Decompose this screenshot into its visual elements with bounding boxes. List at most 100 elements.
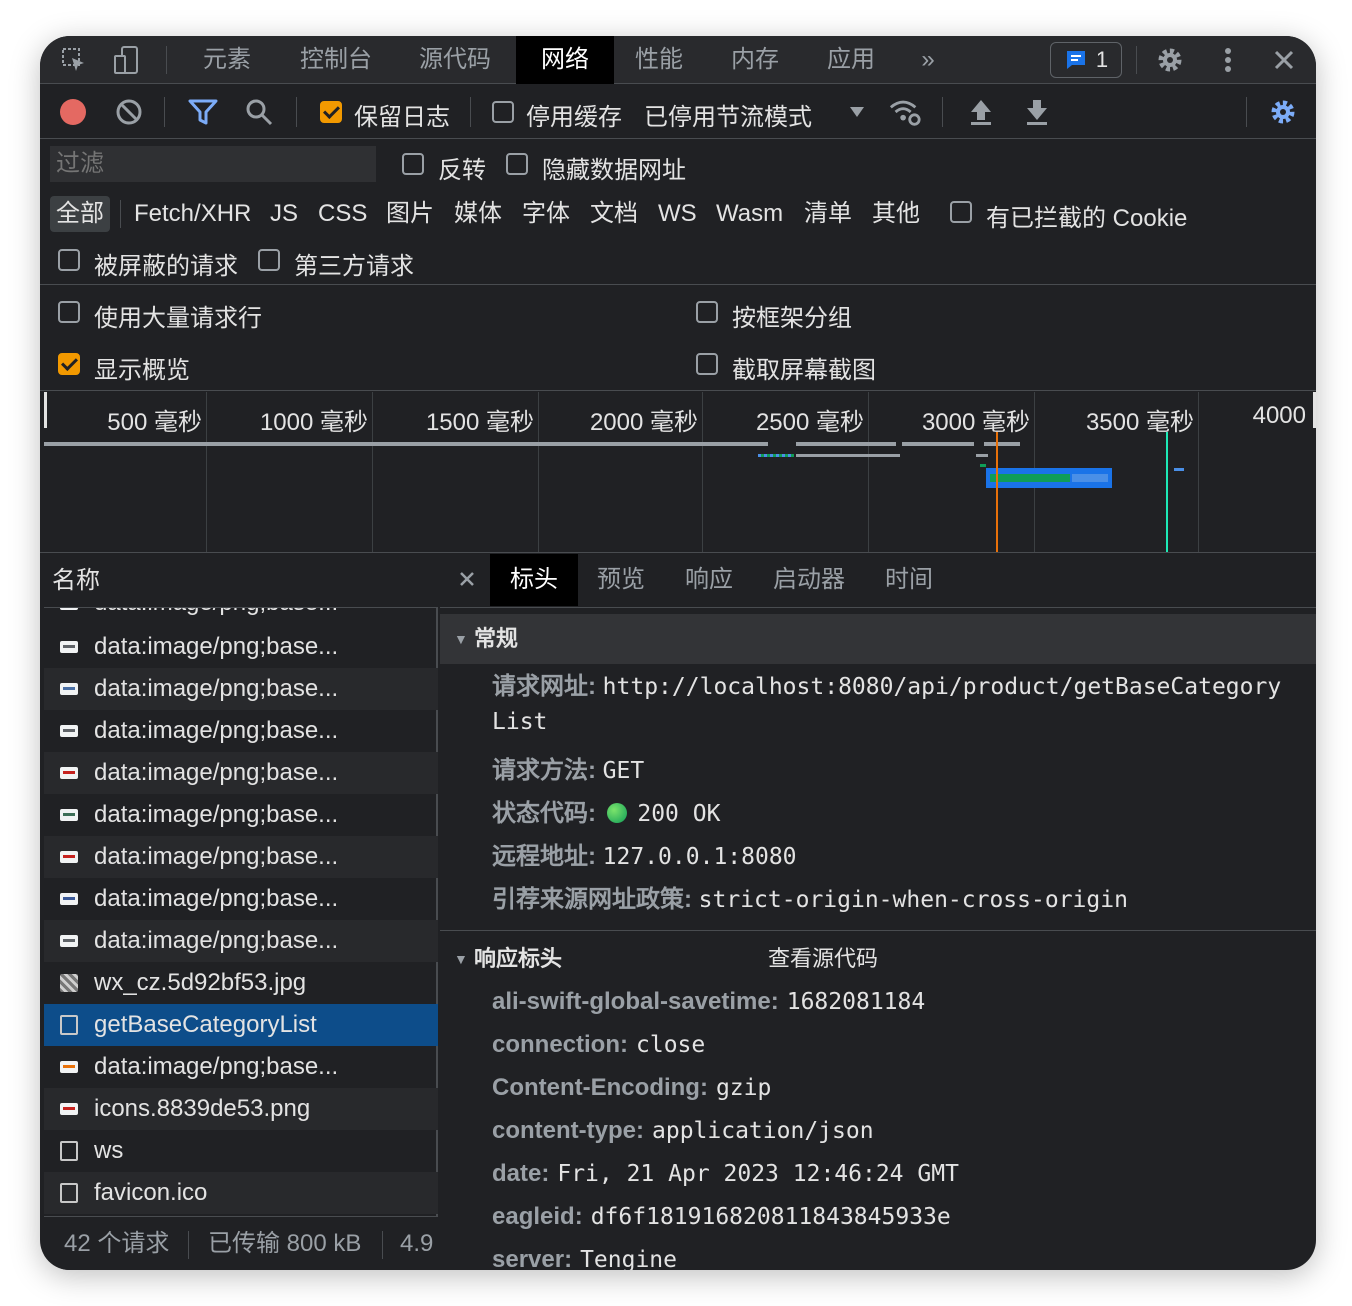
dom-content-loaded-line — [996, 432, 998, 552]
document-file-icon — [60, 1183, 78, 1203]
tab-memory[interactable]: 内存 — [718, 36, 792, 84]
header-key: date: — [492, 1160, 550, 1187]
blocked-cookies-checkbox[interactable] — [950, 201, 972, 223]
capture-screenshots-checkbox[interactable] — [696, 353, 718, 375]
tab-response[interactable]: 响应 — [672, 554, 746, 606]
hide-data-urls-checkbox[interactable] — [506, 153, 528, 175]
list-item[interactable]: data:image/png;base... — [44, 794, 438, 836]
header-value: Fri, 21 Apr 2023 12:46:24 GMT — [557, 1161, 959, 1187]
overview-left-handle[interactable] — [44, 392, 47, 428]
list-item[interactable]: wx_cz.5d92bf53.jpg — [44, 962, 438, 1004]
list-item[interactable]: data:image/png;base... — [44, 626, 438, 668]
invert-checkbox[interactable] — [402, 153, 424, 175]
request-name: data:image/png;base... — [94, 633, 339, 660]
filter-icon — [188, 99, 218, 125]
name-column-header[interactable]: 名称 — [44, 554, 438, 608]
general-section-header[interactable]: ▼ 常规 — [440, 614, 1316, 664]
list-item[interactable]: data:image/png;base... — [44, 752, 438, 794]
request-name: data:image/png;base... — [94, 885, 339, 912]
big-rows-checkbox[interactable] — [58, 301, 80, 323]
grid-line — [206, 392, 207, 552]
type-filter-wasm[interactable]: Wasm — [710, 196, 789, 232]
inspect-element-icon[interactable] — [58, 44, 90, 76]
type-filter-doc[interactable]: 文档 — [584, 196, 644, 232]
issues-badge[interactable]: 1 — [1050, 42, 1122, 78]
list-item[interactable]: ws — [44, 1130, 438, 1172]
header-key: server: — [492, 1246, 573, 1270]
tab-console[interactable]: 控制台 — [286, 36, 386, 84]
type-filter-media[interactable]: 媒体 — [448, 196, 508, 232]
tab-performance[interactable]: 性能 — [622, 36, 696, 84]
group-by-frame-checkbox[interactable] — [696, 301, 718, 323]
tab-network[interactable]: 网络 — [516, 36, 614, 84]
disable-cache-checkbox[interactable] — [492, 101, 514, 123]
view-source-link[interactable]: 查看源代码 — [768, 934, 878, 984]
big-rows-label: 使用大量请求行 — [94, 305, 262, 332]
tab-sources[interactable]: 源代码 — [406, 36, 504, 84]
list-item[interactable]: icons.8839de53.png — [44, 1088, 438, 1130]
request-list: data:image/png;base... data:image/png;ba… — [44, 554, 438, 1270]
list-item[interactable]: data:image/png;base... — [44, 920, 438, 962]
tab-divider — [166, 46, 167, 74]
preserve-log-checkbox[interactable] — [320, 101, 342, 123]
gear-icon[interactable] — [1154, 44, 1186, 76]
network-settings-button[interactable] — [1266, 96, 1300, 128]
type-filter-all[interactable]: 全部 — [50, 196, 110, 232]
type-filter-js[interactable]: JS — [264, 196, 304, 232]
device-toolbar-icon[interactable] — [110, 44, 142, 76]
tab-elements[interactable]: 元素 — [188, 36, 266, 84]
group-by-frame-label: 按框架分组 — [732, 305, 852, 332]
filter-toggle-button[interactable] — [186, 96, 220, 128]
referrer-policy-row: 引荐来源网址政策: strict-origin-when-cross-origi… — [492, 886, 1128, 913]
status-code-value: 200 OK — [637, 801, 721, 827]
response-headers-section-header[interactable]: ▼ 响应标头 查看源代码 — [440, 934, 1316, 984]
third-party-checkbox[interactable] — [258, 249, 280, 271]
list-item[interactable]: data:image/png;base... — [44, 668, 438, 710]
header-key: connection: — [492, 1031, 628, 1058]
list-item[interactable]: data:image/png;base... — [44, 878, 438, 920]
more-tabs-button[interactable]: » — [908, 36, 948, 84]
tab-headers[interactable]: 标头 — [490, 554, 578, 606]
show-overview-label: 显示概览 — [94, 357, 190, 384]
list-item[interactable]: data:image/png;base... — [44, 710, 438, 752]
third-party-label: 第三方请求 — [294, 253, 414, 280]
tab-preview[interactable]: 预览 — [584, 554, 658, 606]
list-item[interactable]: getBaseCategoryList — [44, 1004, 438, 1046]
type-filter-ws[interactable]: WS — [652, 196, 703, 232]
blocked-requests-checkbox[interactable] — [58, 249, 80, 271]
capture-screenshots-label: 截取屏幕截图 — [732, 357, 876, 384]
search-button[interactable] — [242, 96, 276, 128]
header-value: df6f181916820811843845933e — [590, 1204, 951, 1230]
throttling-dropdown[interactable] — [840, 96, 874, 128]
record-button[interactable] — [56, 96, 90, 128]
clear-button[interactable] — [112, 96, 146, 128]
close-details-button[interactable] — [452, 554, 482, 606]
tab-initiator[interactable]: 启动器 — [762, 554, 856, 606]
list-item[interactable]: data:image/png;base... — [44, 836, 438, 878]
close-icon[interactable] — [1268, 44, 1300, 76]
type-filter-fetch-xhr[interactable]: Fetch/XHR — [128, 196, 257, 232]
tab-application[interactable]: 应用 — [814, 36, 888, 84]
filter-input[interactable] — [50, 146, 376, 182]
type-filter-css[interactable]: CSS — [312, 196, 373, 232]
overview-bar — [796, 454, 900, 457]
kebab-menu-icon[interactable] — [1212, 44, 1244, 76]
overview-right-handle[interactable] — [1313, 392, 1316, 428]
type-filter-img[interactable]: 图片 — [380, 196, 440, 232]
throttling-select[interactable]: 已停用节流模式 — [644, 97, 812, 132]
divider — [40, 390, 1316, 391]
list-item[interactable]: favicon.ico — [44, 1172, 438, 1214]
request-name: data:image/png;base... — [94, 927, 339, 954]
type-filter-other[interactable]: 其他 — [866, 196, 926, 232]
list-item[interactable]: data:image/png;base... — [44, 1046, 438, 1088]
header-key: eagleid: — [492, 1203, 583, 1230]
network-conditions-button[interactable] — [888, 96, 922, 128]
type-filter-font[interactable]: 字体 — [516, 196, 576, 232]
import-har-button[interactable] — [964, 96, 998, 128]
network-overview[interactable]: 500 毫秒 1000 毫秒 1500 毫秒 2000 毫秒 2500 毫秒 3… — [44, 392, 1316, 552]
export-har-button[interactable] — [1020, 96, 1054, 128]
show-overview-checkbox[interactable] — [58, 353, 80, 375]
tab-timing[interactable]: 时间 — [872, 554, 946, 606]
tick-label: 4000 — [1252, 402, 1306, 429]
type-filter-manifest[interactable]: 清单 — [798, 196, 858, 232]
